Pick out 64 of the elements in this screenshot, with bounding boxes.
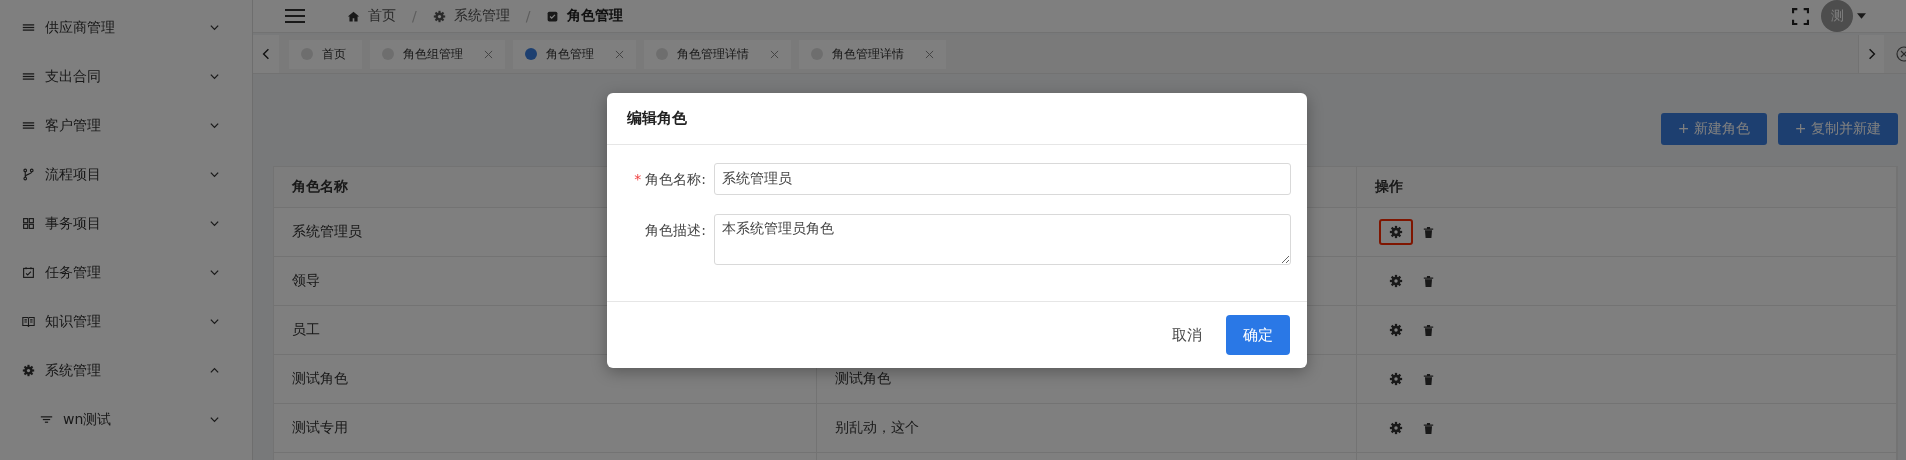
settings-button[interactable] bbox=[1379, 219, 1413, 245]
checkbox-icon bbox=[546, 9, 560, 23]
chevron-left-icon bbox=[262, 47, 270, 61]
close-icon[interactable] bbox=[484, 49, 493, 59]
sidebar-item[interactable]: 事务项目 bbox=[0, 199, 252, 248]
sidebar-item[interactable]: wn测试 bbox=[0, 395, 252, 444]
tab[interactable]: 首页 bbox=[289, 39, 362, 69]
calendar-check-icon bbox=[22, 266, 35, 279]
breadcrumb-separator: / bbox=[525, 8, 531, 24]
table-cell: 测试专用 bbox=[274, 404, 817, 452]
sidebar-item[interactable]: 任务管理 bbox=[0, 248, 252, 297]
list-icon bbox=[22, 21, 35, 34]
menu-icon[interactable] bbox=[285, 8, 305, 24]
book-icon bbox=[22, 315, 35, 328]
tab[interactable]: 角色组管理 bbox=[370, 39, 505, 69]
grid-icon bbox=[22, 217, 35, 230]
sidebar-item[interactable]: 供应商管理 bbox=[0, 3, 252, 52]
sidebar-item[interactable]: 知识管理 bbox=[0, 297, 252, 346]
tab[interactable]: 角色管理详情 bbox=[799, 39, 946, 69]
tab[interactable]: 角色管理详情 bbox=[644, 39, 791, 69]
home-icon bbox=[347, 9, 360, 23]
breadcrumb-link[interactable]: 系统管理 bbox=[453, 7, 510, 25]
fullscreen-icon[interactable] bbox=[1792, 7, 1809, 25]
settings-icon bbox=[1389, 421, 1403, 435]
breadcrumb-separator: / bbox=[412, 8, 417, 24]
gear-icon bbox=[432, 9, 446, 23]
close-icon[interactable] bbox=[615, 49, 624, 59]
settings-icon bbox=[1389, 225, 1403, 239]
dialog-title: 编辑角色 bbox=[607, 93, 1307, 145]
caret-icon[interactable] bbox=[1857, 13, 1866, 19]
chevron-right-icon bbox=[1867, 47, 1876, 61]
list-icon bbox=[22, 70, 35, 83]
tab[interactable]: 角色管理 bbox=[513, 39, 636, 69]
delete-icon[interactable] bbox=[1423, 421, 1434, 435]
settings-icon bbox=[1389, 274, 1403, 288]
list-icon bbox=[22, 119, 35, 132]
textarea-field[interactable]: 本系统管理员角色 bbox=[714, 214, 1291, 265]
delete-icon[interactable] bbox=[1423, 323, 1434, 337]
required-mark: * bbox=[634, 171, 642, 187]
sidebar-item[interactable]: 客户管理 bbox=[0, 101, 252, 150]
confirm-button[interactable]: 确定 bbox=[1226, 315, 1290, 355]
sidebar-item[interactable]: 流程项目 bbox=[0, 150, 252, 199]
breadcrumb-link[interactable]: 首页 bbox=[368, 7, 396, 25]
settings-icon bbox=[1389, 323, 1403, 337]
close-icon[interactable] bbox=[770, 49, 779, 59]
sidebar-item[interactable]: 支出合同 bbox=[0, 52, 252, 101]
add-button[interactable]: + 复制并新建 bbox=[1777, 113, 1898, 145]
cancel-button[interactable]: 取消 bbox=[1164, 315, 1210, 355]
field-label: 角色名称: bbox=[645, 171, 706, 187]
branch-icon bbox=[22, 168, 35, 181]
column-header: 操作 bbox=[1357, 167, 1897, 207]
field-label: 角色描述: bbox=[645, 222, 706, 238]
input-field[interactable]: 系统管理员 bbox=[714, 163, 1291, 195]
add-button[interactable]: + 新建角色 bbox=[1660, 113, 1767, 145]
delete-icon[interactable] bbox=[1423, 225, 1434, 239]
filter-icon bbox=[40, 413, 53, 426]
close-icon[interactable] bbox=[925, 49, 934, 59]
gear-icon bbox=[22, 364, 35, 377]
delete-icon[interactable] bbox=[1423, 372, 1434, 386]
status-dot bbox=[525, 48, 537, 60]
table-cell: 别乱动，这个 bbox=[817, 404, 1357, 452]
delete-icon[interactable] bbox=[1423, 274, 1434, 288]
settings-icon bbox=[1389, 372, 1403, 386]
sidebar-item[interactable]: 系统管理 bbox=[0, 346, 252, 395]
